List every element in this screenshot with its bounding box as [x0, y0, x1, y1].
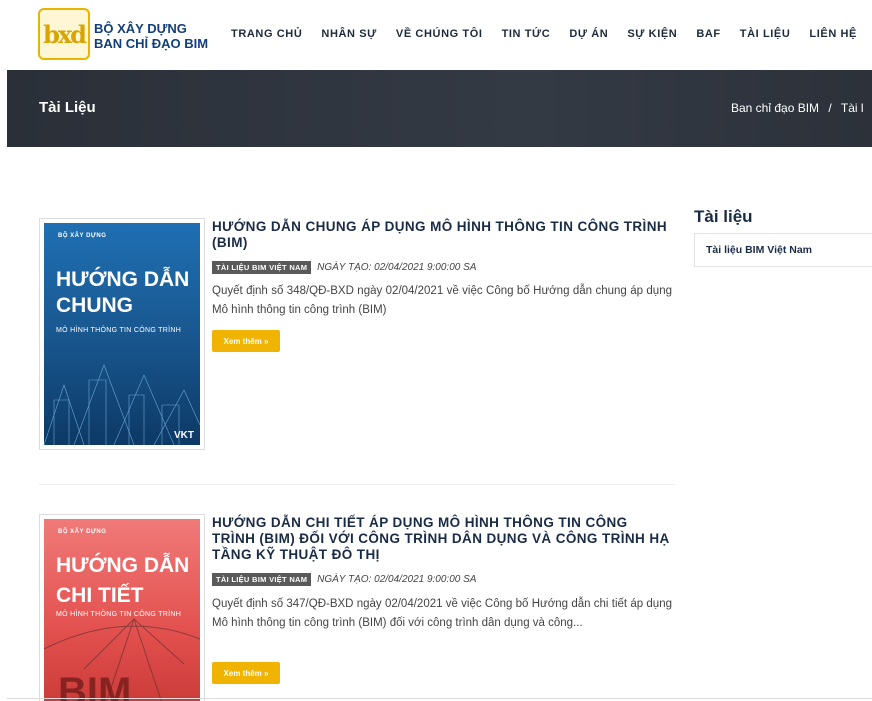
nav-item-baf[interactable]: BAF	[696, 28, 720, 40]
nav-item-documents[interactable]: TÀI LIỆU	[740, 28, 791, 40]
book-cover-image: BỘ XÂY DỰNG HƯỚNG DẪN CHI TIẾT MÔ HÌNH T…	[44, 519, 200, 701]
page-title-bar: Tài Liệu Ban chỉ đạo BIM / Tài l	[7, 70, 872, 147]
cover-footer-logo: VKT	[174, 430, 194, 441]
nav-item-about[interactable]: VỀ CHÚNG TÔI	[396, 28, 483, 40]
book-cover-image: BỘ XÂY DỰNG HƯỚNG DẪN CHUNG MÔ HÌNH THÔN…	[44, 223, 200, 445]
article-excerpt: Quyết định số 347/QĐ-BXD ngày 02/04/2021…	[212, 598, 672, 629]
cover-publisher: BỘ XÂY DỰNG	[58, 529, 107, 535]
nav-item-projects[interactable]: DỰ ÁN	[569, 28, 608, 40]
brand-name[interactable]: BỘ XÂY DỰNG BAN CHỈ ĐẠO BIM	[94, 21, 208, 51]
page-bottom-border	[7, 698, 872, 699]
sidebar-category-list: Tài liệu BIM Việt Nam	[694, 233, 872, 267]
site-logo[interactable]: bxd	[38, 8, 90, 60]
nav-item-contact[interactable]: LIÊN HỆ	[809, 28, 857, 40]
page-title: Tài Liệu	[39, 99, 96, 116]
brand-line-1: BỘ XÂY DỰNG	[94, 21, 187, 36]
nav-item-staff[interactable]: NHÂN SỰ	[321, 28, 377, 40]
sidebar-item-bim-vietnam[interactable]: Tài liệu BIM Việt Nam	[706, 244, 812, 256]
breadcrumb: Ban chỉ đạo BIM / Tài l	[731, 101, 864, 115]
site-header: bxd BỘ XÂY DỰNG BAN CHỈ ĐẠO BIM TRANG CH…	[0, 0, 872, 70]
article-thumbnail[interactable]: BỘ XÂY DỰNG HƯỚNG DẪN CHI TIẾT MÔ HÌNH T…	[39, 514, 205, 701]
article-excerpt: Quyết định số 348/QĐ-BXD ngày 02/04/2021…	[212, 285, 672, 316]
cover-footer-mark: BIM	[58, 670, 132, 701]
main-nav: TRANG CHỦ NHÂN SỰ VỀ CHÚNG TÔI TIN TỨC D…	[231, 28, 872, 40]
nav-item-news[interactable]: TIN TỨC	[502, 28, 551, 40]
breadcrumb-separator: /	[828, 101, 832, 115]
article-thumbnail[interactable]: BỘ XÂY DỰNG HƯỚNG DẪN CHUNG MÔ HÌNH THÔN…	[39, 218, 205, 450]
article-title[interactable]: HƯỚNG DẪN CHI TIẾT ÁP DỤNG MÔ HÌNH THÔNG…	[212, 515, 672, 563]
article-date: NGÀY TẠO: 02/04/2021 9:00:00 SA	[317, 262, 477, 273]
article-meta: TÀI LIỆU BIM VIỆT NAM NGÀY TẠO: 02/04/20…	[212, 261, 476, 274]
sidebar-title: Tài liệu	[694, 207, 753, 226]
read-more-button[interactable]: Xem thêm »	[212, 662, 280, 684]
cover-heading-2: CHI TIẾT	[56, 584, 144, 607]
logo-mark: bxd	[43, 19, 87, 49]
cover-subtitle: MÔ HÌNH THÔNG TIN CÔNG TRÌNH	[56, 327, 182, 334]
article-date: NGÀY TẠO: 02/04/2021 9:00:00 SA	[317, 574, 477, 585]
article-title[interactable]: HƯỚNG DẪN CHUNG ÁP DỤNG MÔ HÌNH THÔNG TI…	[212, 219, 672, 251]
article-divider	[39, 484, 675, 485]
nav-item-events[interactable]: SỰ KIỆN	[627, 28, 677, 40]
cover-heading-1: HƯỚNG DẪN	[56, 268, 190, 291]
article-meta: TÀI LIỆU BIM VIỆT NAM NGÀY TẠO: 02/04/20…	[212, 573, 476, 586]
article-card: BỘ XÂY DỰNG HƯỚNG DẪN CHUNG MÔ HÌNH THÔN…	[39, 218, 675, 458]
category-badge[interactable]: TÀI LIỆU BIM VIỆT NAM	[212, 261, 312, 274]
breadcrumb-current: Tài l	[840, 101, 864, 115]
cover-heading-2: CHUNG	[56, 294, 133, 317]
read-more-button[interactable]: Xem thêm »	[212, 330, 280, 352]
brand-line-2: BAN CHỈ ĐẠO BIM	[94, 36, 209, 51]
nav-item-home[interactable]: TRANG CHỦ	[231, 28, 302, 40]
article-card: BỘ XÂY DỰNG HƯỚNG DẪN CHI TIẾT MÔ HÌNH T…	[39, 514, 675, 701]
cover-publisher: BỘ XÂY DỰNG	[58, 233, 107, 239]
category-badge[interactable]: TÀI LIỆU BIM VIỆT NAM	[212, 573, 312, 586]
cover-heading-1: HƯỚNG DẪN	[56, 554, 190, 577]
breadcrumb-home[interactable]: Ban chỉ đạo BIM	[731, 101, 819, 115]
